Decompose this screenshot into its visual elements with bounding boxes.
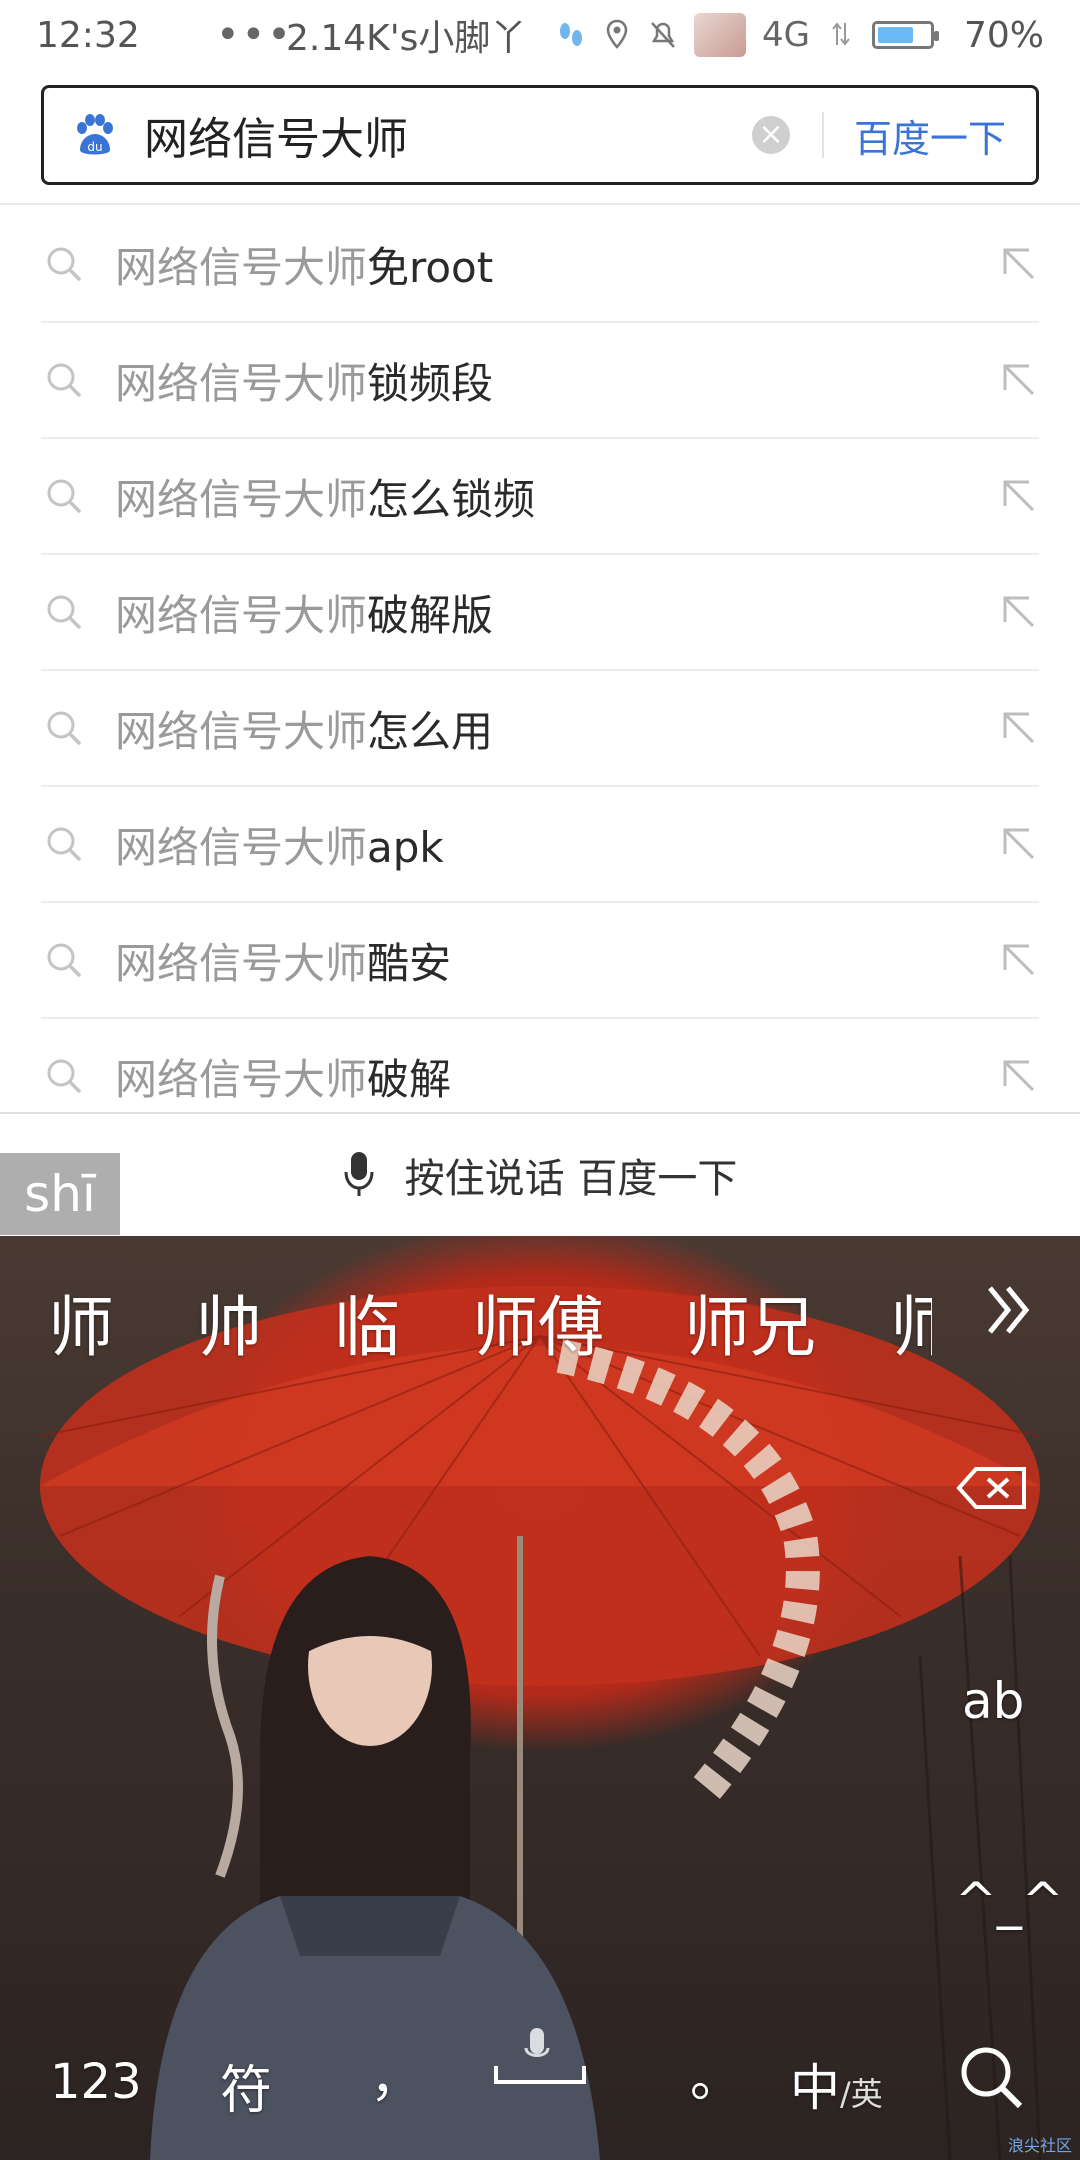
suggestion-suffix: apk bbox=[367, 822, 444, 872]
search-divider bbox=[821, 112, 824, 158]
suggestion-item[interactable]: 网络信号大师破解版 bbox=[41, 555, 1039, 671]
search-icon bbox=[45, 709, 83, 747]
suggestion-item[interactable]: 网络信号大师apk bbox=[41, 787, 1039, 903]
candidate-word[interactable]: 师傅 bbox=[472, 1274, 604, 1370]
status-icons: 4G 70% bbox=[556, 13, 1044, 57]
suggestion-text: 网络信号大师怎么锁频 bbox=[115, 466, 999, 527]
microphone-icon bbox=[343, 1150, 375, 1200]
search-icon bbox=[45, 941, 83, 979]
suggestion-prefix: 网络信号大师 bbox=[115, 938, 368, 988]
suggestion-text: 网络信号大师破解版 bbox=[115, 582, 999, 643]
suggestion-suffix: 怎么锁频 bbox=[367, 474, 536, 524]
fill-query-arrow-icon[interactable] bbox=[999, 824, 1039, 864]
suggestion-prefix: 网络信号大师 bbox=[115, 590, 368, 640]
suggestion-suffix: 酷安 bbox=[367, 938, 452, 988]
suggestion-item[interactable]: 网络信号大师酷安 bbox=[41, 903, 1039, 1019]
space-key[interactable] bbox=[490, 2026, 590, 2096]
footprint-icon bbox=[556, 19, 586, 51]
status-more-dots: ••• bbox=[216, 12, 293, 58]
key-emoticon[interactable]: ^_^ bbox=[955, 1872, 1064, 1930]
fill-query-arrow-icon[interactable] bbox=[999, 708, 1039, 748]
svg-text:du: du bbox=[87, 140, 102, 154]
battery-percent: 70% bbox=[963, 14, 1044, 56]
suggestion-item[interactable]: 网络信号大师锁频段 bbox=[41, 323, 1039, 439]
expand-candidates-icon[interactable] bbox=[984, 1282, 1034, 1338]
key-123[interactable]: 123 bbox=[50, 2054, 142, 2110]
candidate-bar: 师帅临师傅 师兄师 bbox=[0, 1236, 1080, 1376]
suggestion-item[interactable]: 网络信号大师免root bbox=[41, 207, 1039, 323]
search-icon bbox=[45, 361, 83, 399]
fill-query-arrow-icon[interactable] bbox=[999, 1056, 1039, 1096]
bell-muted-icon bbox=[648, 19, 678, 51]
suggestion-text: 网络信号大师怎么用 bbox=[115, 698, 999, 759]
status-bar: 12:32 ••• 2.14K's小脚丫 4G 70% bbox=[0, 0, 1080, 70]
candidate-word[interactable]: 师兄 bbox=[684, 1274, 816, 1370]
candidate-word[interactable]: 临 bbox=[334, 1274, 400, 1370]
suggestion-text: 网络信号大师破解 bbox=[115, 1046, 999, 1107]
key-period[interactable]: 。 bbox=[690, 2036, 742, 2111]
fill-query-arrow-icon[interactable] bbox=[999, 476, 1039, 516]
suggestion-suffix: 怎么用 bbox=[367, 706, 494, 756]
suggestion-text: 网络信号大师apk bbox=[115, 814, 999, 875]
suggestion-suffix: 破解 bbox=[367, 1054, 452, 1104]
search-icon bbox=[45, 477, 83, 515]
screen: 12:32 ••• 2.14K's小脚丫 4G 70% du 网络信号大师 × … bbox=[0, 0, 1080, 2160]
search-button[interactable]: 百度一下 bbox=[854, 108, 1006, 163]
suggestion-prefix: 网络信号大师 bbox=[115, 474, 368, 524]
voice-label: 按住说话 百度一下 bbox=[404, 1156, 738, 1202]
key-comma[interactable]: ， bbox=[370, 2036, 422, 2111]
fill-query-arrow-icon[interactable] bbox=[999, 592, 1039, 632]
key-symbols[interactable]: 符 bbox=[220, 2048, 272, 2123]
suggestion-prefix: 网络信号大师 bbox=[115, 1054, 368, 1104]
suggestion-prefix: 网络信号大师 bbox=[115, 822, 368, 872]
candidate-word[interactable]: 师 bbox=[890, 1274, 932, 1370]
fill-query-arrow-icon[interactable] bbox=[999, 360, 1039, 400]
fill-query-arrow-icon[interactable] bbox=[999, 940, 1039, 980]
fill-query-arrow-icon[interactable] bbox=[999, 244, 1039, 284]
key-ab[interactable]: ab bbox=[962, 1672, 1024, 1730]
status-avatar bbox=[694, 13, 746, 57]
data-arrows-icon bbox=[826, 19, 856, 51]
suggestion-text: 网络信号大师锁频段 bbox=[115, 350, 999, 411]
suggestion-suffix: 免root bbox=[367, 242, 494, 292]
search-input[interactable] bbox=[144, 105, 752, 165]
baidu-paw-icon: du bbox=[72, 112, 118, 158]
pinyin-composition: shī bbox=[0, 1153, 120, 1235]
search-icon bbox=[45, 825, 83, 863]
key-language-toggle[interactable]: 中/英 bbox=[790, 2048, 883, 2120]
suggestion-prefix: 网络信号大师 bbox=[115, 706, 368, 756]
candidate-word[interactable]: 师 bbox=[48, 1274, 114, 1370]
status-speed-text: 2.14K's小脚丫 bbox=[286, 18, 527, 59]
suggestion-item[interactable]: 网络信号大师破解 bbox=[41, 1019, 1039, 1112]
suggestion-suffix: 锁频段 bbox=[367, 358, 494, 408]
search-icon bbox=[45, 593, 83, 631]
network-type: 4G bbox=[762, 15, 810, 55]
lang-alt: 英 bbox=[850, 2075, 883, 2113]
candidate-word[interactable]: 帅 bbox=[196, 1274, 262, 1370]
suggestion-text: 网络信号大师酷安 bbox=[115, 930, 999, 991]
suggestion-item[interactable]: 网络信号大师怎么锁频 bbox=[41, 439, 1039, 555]
battery-level bbox=[877, 27, 913, 43]
search-header: du × 百度一下 bbox=[0, 70, 1080, 205]
suggestion-prefix: 网络信号大师 bbox=[115, 358, 368, 408]
suggestion-suffix: 破解版 bbox=[367, 590, 494, 640]
suggestion-prefix: 网络信号大师 bbox=[115, 242, 368, 292]
suggestion-text: 网络信号大师免root bbox=[115, 234, 999, 295]
watermark: 浪尖社区 bbox=[1007, 2136, 1072, 2155]
search-box[interactable]: du × 百度一下 bbox=[41, 85, 1039, 185]
status-time: 12:32 bbox=[36, 14, 140, 56]
lang-separator: / bbox=[840, 2075, 851, 2113]
battery-icon bbox=[871, 21, 939, 49]
search-icon bbox=[45, 1057, 83, 1095]
voice-search-bar[interactable]: 按住说话 百度一下 bbox=[0, 1112, 1080, 1236]
lang-main: 中 bbox=[790, 2059, 840, 2117]
search-icon bbox=[45, 245, 83, 283]
location-icon bbox=[602, 19, 632, 51]
backspace-icon[interactable] bbox=[956, 1466, 1028, 1510]
suggestion-item[interactable]: 网络信号大师怎么用 bbox=[41, 671, 1039, 787]
search-icon[interactable] bbox=[958, 2044, 1024, 2110]
keyboard: 师帅临师傅 师兄师 ab ^_^ 123 符 ， 。 中/英 浪尖社区 bbox=[0, 1236, 1080, 2160]
clear-circle-icon[interactable]: × bbox=[751, 116, 790, 154]
suggestion-list: 网络信号大师免root 网络信号大师锁频段 网络信号大师怎么锁频 网络信号大师破解版网… bbox=[0, 207, 1080, 1112]
